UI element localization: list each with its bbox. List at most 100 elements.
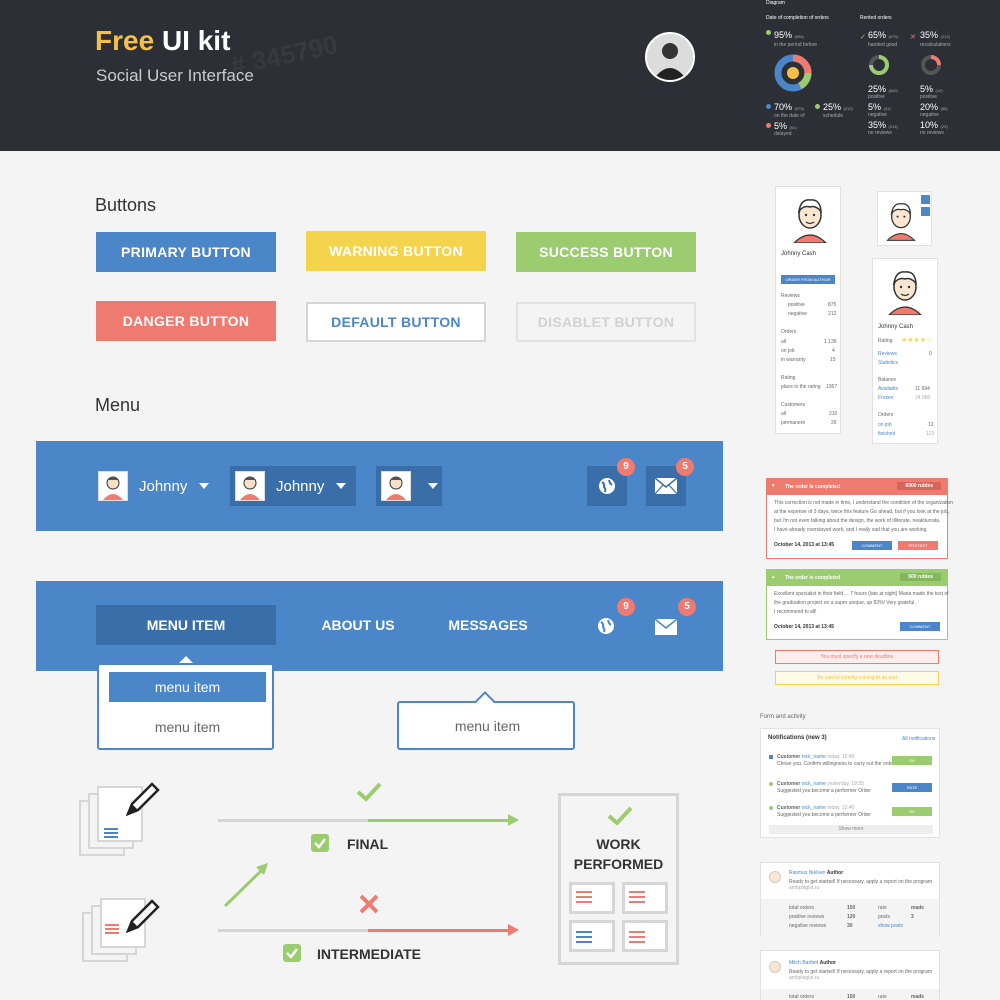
notice-card-danger: ▾ The order is completed 6000 rubles Thi… xyxy=(766,478,953,559)
chevron-down-icon xyxy=(428,483,438,489)
stat-5-caption: delayed xyxy=(774,131,792,137)
checkbox-checked-icon[interactable] xyxy=(283,944,301,962)
user-dropdown-plain[interactable]: Johnny xyxy=(93,466,219,506)
profile-card-balance: Johnny Cash Rating ★★★★☆ Reviews 0 Stati… xyxy=(872,258,938,444)
warning-button[interactable]: WARNING BUTTON xyxy=(306,231,486,271)
rented-5b-caption: negative xyxy=(868,112,887,118)
nav-messages[interactable]: MESSAGES xyxy=(441,605,535,645)
frozen-link[interactable]: Frozen xyxy=(878,395,894,401)
orders-label: Orders xyxy=(878,412,894,418)
all-label: all xyxy=(781,339,787,345)
notification-text: Suggested you become a performer Order xyxy=(777,812,871,818)
diagram-col2-title: Rented orders xyxy=(860,15,892,21)
author-name[interactable]: Rasmus Nielsen Author xyxy=(789,870,843,876)
notification-ok-button[interactable]: OK xyxy=(892,756,932,765)
dropdown-item[interactable]: menu item xyxy=(109,712,266,742)
stat-70-caption: on the date of xyxy=(774,113,805,119)
stat-95-caption: in the period before xyxy=(774,42,818,48)
stat-25-caption: schedule xyxy=(823,113,844,119)
notice-amount: 500 rubles xyxy=(900,573,941,581)
mail-icon[interactable] xyxy=(654,618,678,640)
stat-label: rate xyxy=(878,905,887,911)
author-name[interactable]: Mitch Bartlett Author xyxy=(789,960,836,966)
mini-card xyxy=(569,920,615,952)
nav-menu-item[interactable]: MENU ITEM xyxy=(96,605,276,645)
rented-10-caption: no reviews xyxy=(920,130,944,136)
finished-value: 123 xyxy=(926,431,935,437)
rented-5a: 5% (12) xyxy=(920,84,943,94)
arrow-right-icon xyxy=(508,814,519,826)
brand-subtitle: Social User Interface xyxy=(96,66,254,85)
nav-about-us[interactable]: ABOUT US xyxy=(311,605,405,645)
comment-button[interactable]: COMMENT xyxy=(852,541,892,550)
danger-button[interactable]: DANGER BUTTON xyxy=(96,301,276,341)
default-button[interactable]: DEFAULT BUTTON xyxy=(306,302,486,342)
notification-ok-button[interactable]: OK xyxy=(892,807,932,816)
status-dot xyxy=(766,104,771,109)
work-performed-title: WORK PERFORMED xyxy=(561,834,676,874)
header-avatar[interactable] xyxy=(645,32,695,82)
edit-icon[interactable] xyxy=(921,195,930,204)
customers-label: Customers xyxy=(781,402,806,408)
available-value: 11 694 xyxy=(915,386,930,392)
cross-icon: ✕ xyxy=(910,34,916,41)
positive-label: positive xyxy=(788,302,805,308)
check-icon xyxy=(607,806,633,826)
protest-button[interactable]: PROTEST xyxy=(898,541,938,550)
flow-line-danger xyxy=(368,929,510,932)
notification-rate-button[interactable]: RATE xyxy=(892,783,932,792)
checkbox-checked-icon[interactable] xyxy=(311,834,329,852)
all-notifications-link[interactable]: All notifications xyxy=(902,736,935,742)
mini-card xyxy=(569,882,615,914)
onjob-value: 4 xyxy=(832,348,835,354)
notice-amount: 6000 rubles xyxy=(897,482,941,490)
show-more-button[interactable]: Show more xyxy=(769,825,933,834)
author-link[interactable]: ambplagiat.ru xyxy=(789,975,819,981)
dropdown-item-selected[interactable]: menu item xyxy=(109,672,266,702)
globe-icon xyxy=(599,478,615,494)
rented-35b-caption: no reviews xyxy=(868,130,892,136)
author-card: Mitch Bartlett Author Ready to get start… xyxy=(760,950,940,1000)
notifications-title: Notifications (new 3) xyxy=(768,735,827,741)
notice-date: October 14, 2013 at 13:45 xyxy=(774,624,835,630)
notice-date: October 14, 2013 at 13:45 xyxy=(774,542,835,548)
comment-button[interactable]: COMMENT xyxy=(900,622,940,631)
user-avatar-icon xyxy=(381,471,411,501)
avatar-icon xyxy=(793,199,827,243)
chevron-down-icon xyxy=(199,483,210,489)
camera-icon[interactable] xyxy=(921,207,930,216)
onjob-value: 12 xyxy=(928,422,934,428)
nav-menu-bar: MENU ITEM ABOUT US MESSAGES 9 5 xyxy=(36,581,723,671)
customers-all-value: 210 xyxy=(829,411,838,417)
status-dot xyxy=(815,104,820,109)
user-dropdown-filled[interactable]: Johnny xyxy=(230,466,356,506)
rating-label: Rating xyxy=(781,375,796,381)
donut-chart-icon xyxy=(774,54,812,92)
stat-label: total orders xyxy=(789,905,815,911)
tooltip-menu-item[interactable]: menu item xyxy=(409,711,566,741)
order-from-author-button[interactable]: ORDER FROM AUTHOR xyxy=(781,275,835,284)
globe-icon[interactable] xyxy=(596,616,616,641)
balance-label: Balance xyxy=(878,377,897,383)
primary-button[interactable]: PRIMARY BUTTON xyxy=(96,232,276,272)
finished-link[interactable]: finished xyxy=(878,431,895,437)
onjob-link[interactable]: on job xyxy=(878,422,892,428)
success-button[interactable]: SUCCESS BUTTON xyxy=(516,232,696,272)
reviews-link[interactable]: Reviews xyxy=(878,351,897,357)
rented-35-caption: recalculations xyxy=(920,42,951,48)
place-value: 1367 xyxy=(826,384,838,390)
reviews-value: 0 xyxy=(929,351,932,357)
flow-line xyxy=(218,819,368,822)
user-avatar-icon xyxy=(98,471,128,501)
statistics-link[interactable]: Statistics xyxy=(878,360,898,366)
notice-text: This correction is not made in time, I u… xyxy=(774,500,953,506)
notice-text: the graduation project on a super unique… xyxy=(774,600,916,606)
user-dropdown-avatar-only[interactable] xyxy=(376,466,442,506)
notice-text: at the expense of 3 days, twice this fea… xyxy=(774,509,950,515)
buttons-section-title: Buttons xyxy=(95,195,157,215)
available-link[interactable]: Available xyxy=(878,386,898,392)
author-link[interactable]: ambplagiat.ru xyxy=(789,885,819,891)
show-posts-link[interactable]: show posts xyxy=(878,923,903,929)
stat-value: 150 xyxy=(847,905,856,911)
rented-5b: 5% (31) xyxy=(868,102,891,112)
